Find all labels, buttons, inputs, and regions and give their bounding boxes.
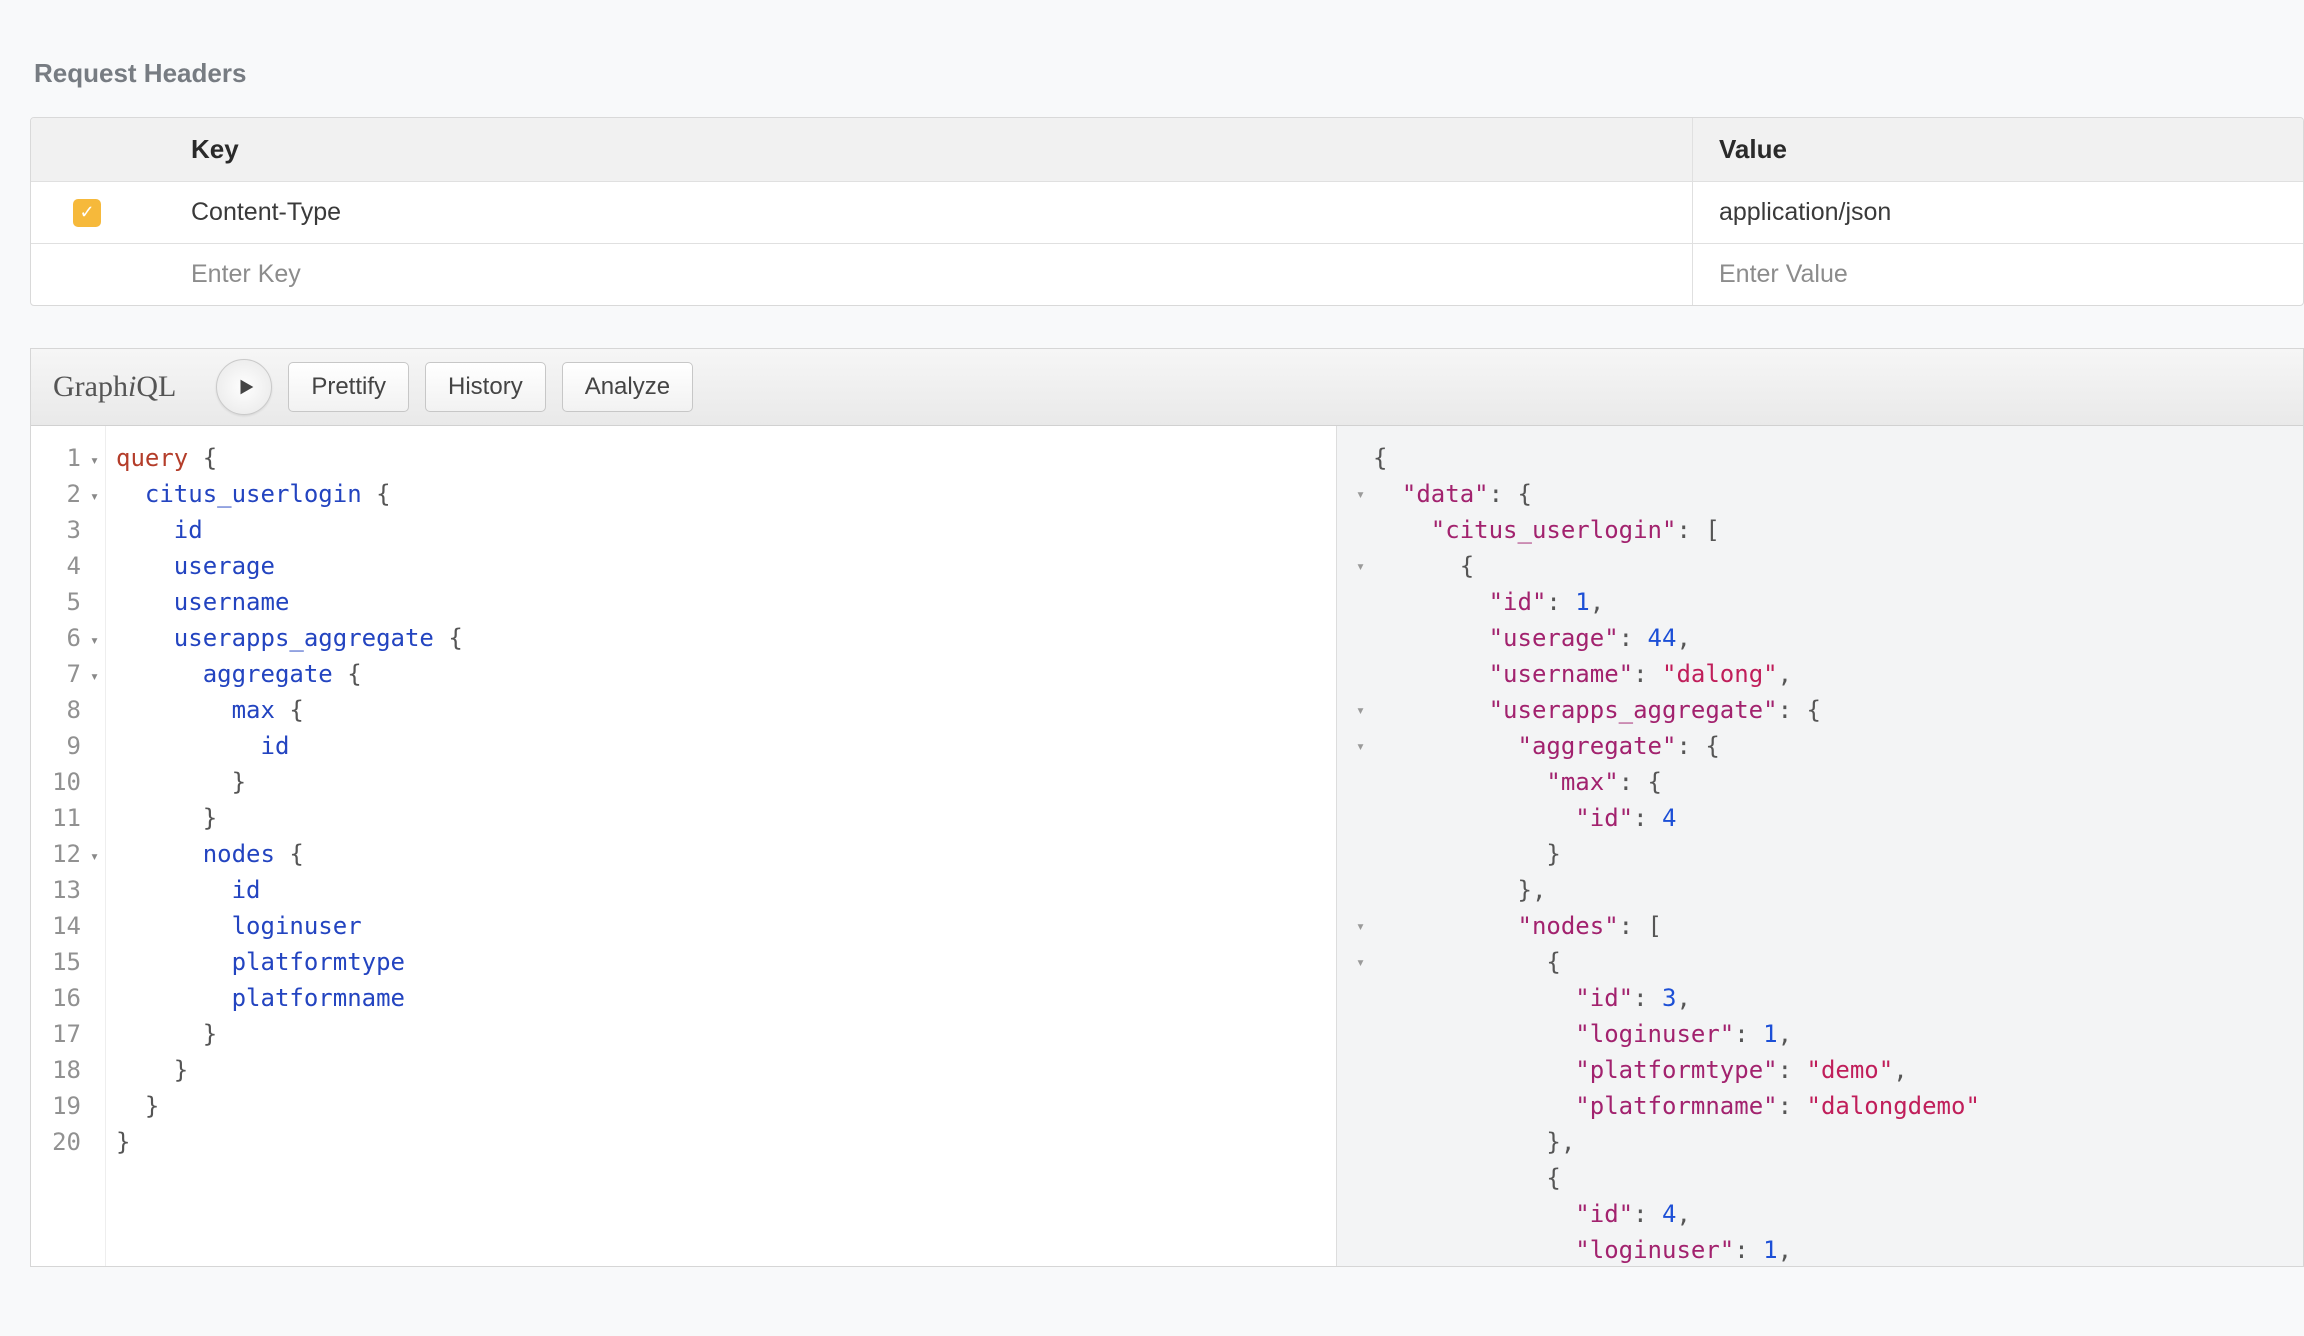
query-editor[interactable]: 1234567891011121314151617181920 query { … [31,426,1337,1266]
column-header-value: Value [1693,118,2303,181]
play-icon [235,376,257,398]
header-key-input[interactable] [191,260,1672,289]
header-value-input[interactable] [1719,260,2277,289]
graphiql-logo: GraphiQL [53,370,176,404]
result-viewer: ▾▾▾▾▾▾ { "data": { "citus_userlogin": [ … [1337,426,2303,1266]
table-header-row: Key Value [31,118,2303,182]
checkbox-icon[interactable]: ✓ [73,199,101,227]
prettify-button[interactable]: Prettify [288,362,409,412]
graphiql-panel: GraphiQL Prettify History Analyze 123456… [30,348,2304,1267]
table-row-new [31,244,2303,305]
header-key-cell[interactable]: Content-Type [171,182,1693,243]
request-headers-table: Key Value ✓ Content-Type application/jso… [30,117,2304,306]
column-header-key: Key [171,118,1693,181]
header-value-cell[interactable]: application/json [1693,182,2303,243]
analyze-button[interactable]: Analyze [562,362,693,412]
execute-button[interactable] [216,359,272,415]
table-row: ✓ Content-Type application/json [31,182,2303,244]
graphiql-toolbar: GraphiQL Prettify History Analyze [31,349,2303,426]
section-title: Request Headers [34,58,2304,89]
history-button[interactable]: History [425,362,546,412]
